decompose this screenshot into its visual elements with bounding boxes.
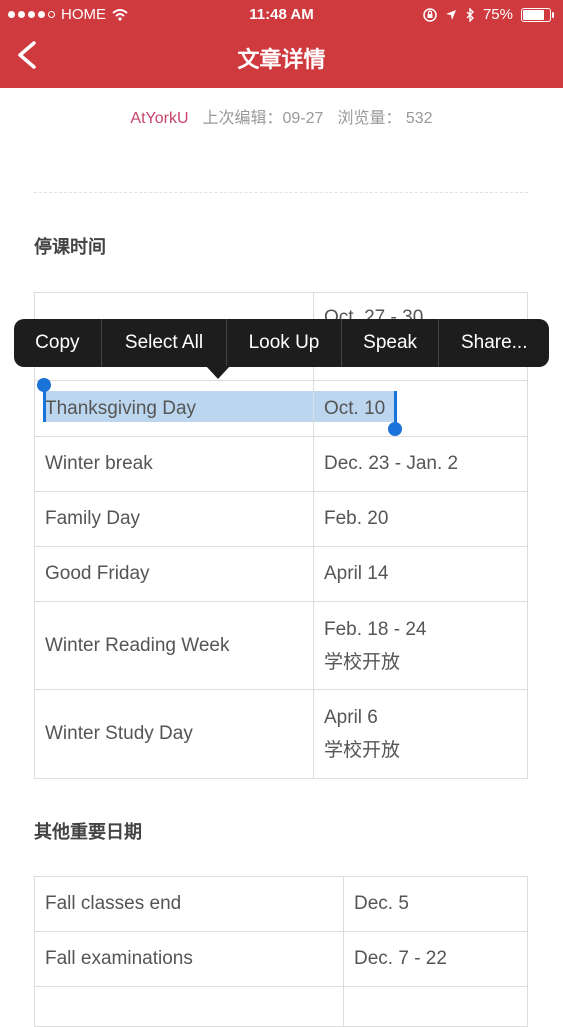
selection-start-handle[interactable]	[37, 378, 51, 392]
table-cell-name: Winter Reading Week	[34, 601, 314, 690]
table-cell-date: Feb. 20	[313, 491, 528, 547]
status-bar: HOME 11:48 AM 75%	[0, 0, 563, 30]
table-cell-date: April 14	[313, 546, 528, 602]
table-row: Thanksgiving Day Oct. 10	[34, 380, 528, 437]
table-cell-date: Dec. 23 - Jan. 2	[313, 436, 528, 492]
table-cell-name: Good Friday	[34, 546, 314, 602]
table-cell-date[interactable]: Oct. 10	[313, 380, 528, 437]
location-icon	[445, 9, 456, 20]
menu-item-copy[interactable]: Copy	[14, 319, 102, 367]
table-row: Winter Reading Week Feb. 18 - 24 学校开放	[34, 601, 528, 690]
selection-end-handle[interactable]	[388, 422, 402, 436]
divider	[34, 192, 528, 193]
edit-context-menu: Copy Select All Look Up Speak Share...	[14, 319, 549, 367]
table-cell-date-line1: April 6	[324, 707, 378, 728]
table-row: Good Friday April 14	[34, 546, 528, 602]
menu-pointer-arrow	[206, 366, 230, 379]
selection-start-caret[interactable]	[43, 391, 46, 422]
table-cell-name: Fall classes end	[34, 876, 344, 932]
bluetooth-icon	[466, 7, 474, 22]
section-title-important-dates: 其他重要日期	[34, 822, 142, 842]
table-cell-date: Feb. 18 - 24 学校开放	[313, 601, 528, 690]
table-cell-name: Winter Study Day	[34, 689, 314, 779]
menu-item-speak[interactable]: Speak	[342, 319, 440, 367]
page-title: 文章详情	[237, 47, 326, 72]
table-row: Fall examinations Dec. 7 - 22	[34, 931, 528, 987]
rotation-lock-icon	[423, 7, 437, 22]
table-row: Fall classes end Dec. 5	[34, 876, 528, 932]
table-cell-date: April 6 学校开放	[313, 689, 528, 779]
table-row: Winter break Dec. 23 - Jan. 2	[34, 436, 528, 492]
table-cell-date: Dec. 7 - 22	[343, 931, 528, 987]
table-cell-date-line2: 学校开放	[324, 740, 401, 761]
menu-item-select-all[interactable]: Select All	[102, 319, 228, 367]
top-bar: HOME 11:48 AM 75% 文章详情	[0, 0, 563, 88]
table-cell-date-line1: Feb. 18 - 24	[324, 618, 427, 640]
table-cell-name: Family Day	[34, 491, 314, 547]
important-dates-table: Fall classes end Dec. 5 Fall examination…	[34, 876, 528, 1027]
section-title-closures: 停课时间	[34, 237, 106, 257]
table-cell-name	[34, 986, 344, 1027]
article-meta: AtYorkU 上次编辑：09-27 浏览量： 532	[0, 104, 563, 128]
table-row	[34, 986, 528, 1027]
author-link[interactable]: AtYorkU	[130, 110, 188, 127]
table-cell-date	[343, 986, 528, 1027]
view-count: 浏览量： 532	[337, 110, 433, 127]
menu-item-share[interactable]: Share...	[439, 319, 549, 367]
menu-item-look-up[interactable]: Look Up	[227, 319, 342, 367]
table-cell-name: Fall examinations	[34, 931, 344, 987]
table-cell-name: Winter break	[34, 436, 314, 492]
table-cell-date-line2: 学校开放	[324, 651, 401, 673]
battery-icon	[521, 7, 554, 22]
battery-percent: 75%	[482, 6, 513, 23]
last-edited: 上次编辑：09-27	[202, 110, 324, 127]
status-right: 75%	[423, 6, 554, 23]
table-cell-date: Dec. 5	[343, 876, 528, 932]
selection-end-caret[interactable]	[394, 391, 397, 424]
table-row: Winter Study Day April 6 学校开放	[34, 689, 528, 779]
table-row: Family Day Feb. 20	[34, 491, 528, 547]
table-cell-name[interactable]: Thanksgiving Day	[34, 380, 314, 437]
